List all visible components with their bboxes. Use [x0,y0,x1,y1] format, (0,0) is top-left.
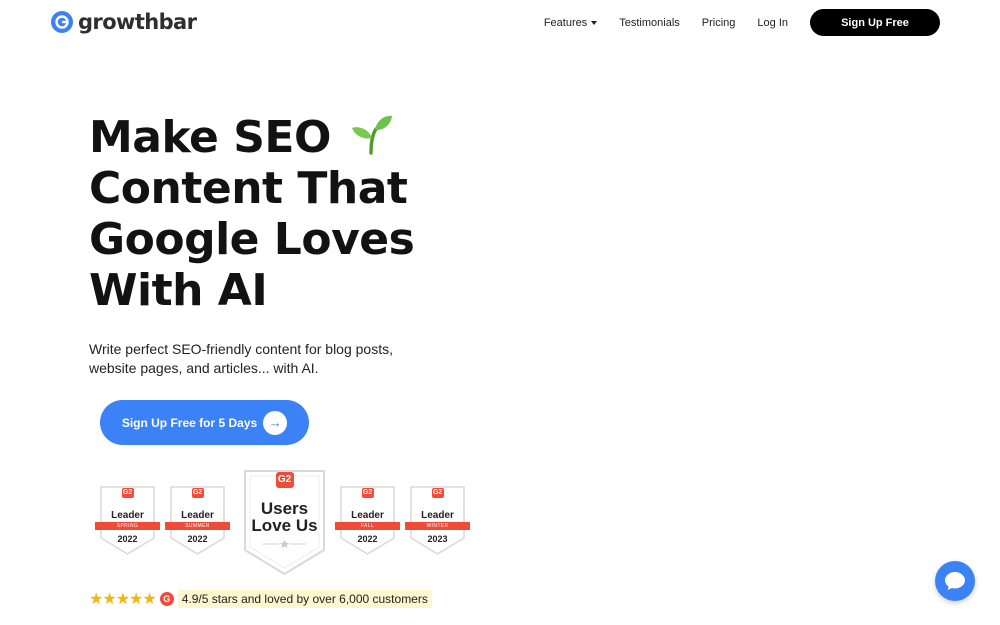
badge-title-line-1: Users [260,499,309,518]
nav-features-label: Features [543,16,588,29]
rating-text: 4.9/5 stars and loved by over 6,000 cust… [177,590,432,608]
badge-title: Leader [111,510,144,521]
g2-badge-summer-2022: G2 Leader SUMMER 2022 [165,486,230,556]
main-nav: Features Testimonials Pricing Log In Sig… [544,9,940,36]
badge-season: SUMMER [165,522,230,530]
hero-title: Make SEO Content That Google Loves With … [89,112,509,316]
badge-title-line-2: Love Us [251,516,318,535]
nav-login[interactable]: Log In [757,17,788,29]
g2-badge-users-love-us: G2 Users Love Us [243,470,326,576]
g2-logo-icon: G2 [121,488,134,498]
g2-logo-icon: G [159,592,174,606]
g2-logo-icon: G2 [361,488,374,498]
hero-title-line-3: Google Loves [89,214,415,265]
signup-button[interactable]: Sign Up Free [810,9,940,36]
g2-badge-spring-2022: G2 Leader SPRING 2022 [95,486,160,556]
rating-bar: ★★★★★ G 4.9/5 stars and loved by over 6,… [89,587,432,611]
site-logo[interactable]: growthbar [50,10,197,34]
arrow-right-icon: → [263,410,288,435]
g2-logo-icon: G2 [275,472,294,488]
badge-title: Leader [351,510,384,521]
badge-year: 2022 [187,534,208,544]
chat-widget-button[interactable] [935,561,975,601]
g2-badge-winter-2023: G2 Leader WINTER 2023 [405,486,470,556]
chevron-down-icon [591,20,598,25]
badge-title: Leader [421,510,454,521]
chat-bubble-icon [945,572,965,590]
hero-title-line-1: Make SEO [89,112,331,163]
hero-subtitle: Write perfect SEO-friendly content for b… [89,341,393,376]
hero-title-line-2: Content That [89,163,408,214]
g2-logo-icon: G2 [191,488,204,498]
badge-title: Leader [181,510,214,521]
nav-testimonials[interactable]: Testimonials [619,17,680,29]
badge-year: 2022 [357,534,378,544]
hero-title-line-4: With AI [89,265,268,316]
g2-logo-icon: G2 [431,488,444,498]
badge-season: FALL [335,522,400,530]
hero-signup-button[interactable]: Sign Up Free for 5 Days → [100,400,309,445]
seedling-icon [351,115,392,155]
nav-features[interactable]: Features [543,16,598,29]
growthbar-logo-icon [51,11,73,33]
star-rating-icons: ★★★★★ [89,591,157,608]
nav-pricing[interactable]: Pricing [702,17,736,29]
badge-year: 2022 [117,534,138,544]
badge-season: SPRING [95,522,160,530]
badge-year: 2023 [427,534,448,544]
brand-name: growthbar [78,10,197,34]
hero-cta-label: Sign Up Free for 5 Days [121,415,258,430]
badge-season: WINTER [405,522,470,530]
g2-badge-fall-2022: G2 Leader FALL 2022 [335,486,400,556]
